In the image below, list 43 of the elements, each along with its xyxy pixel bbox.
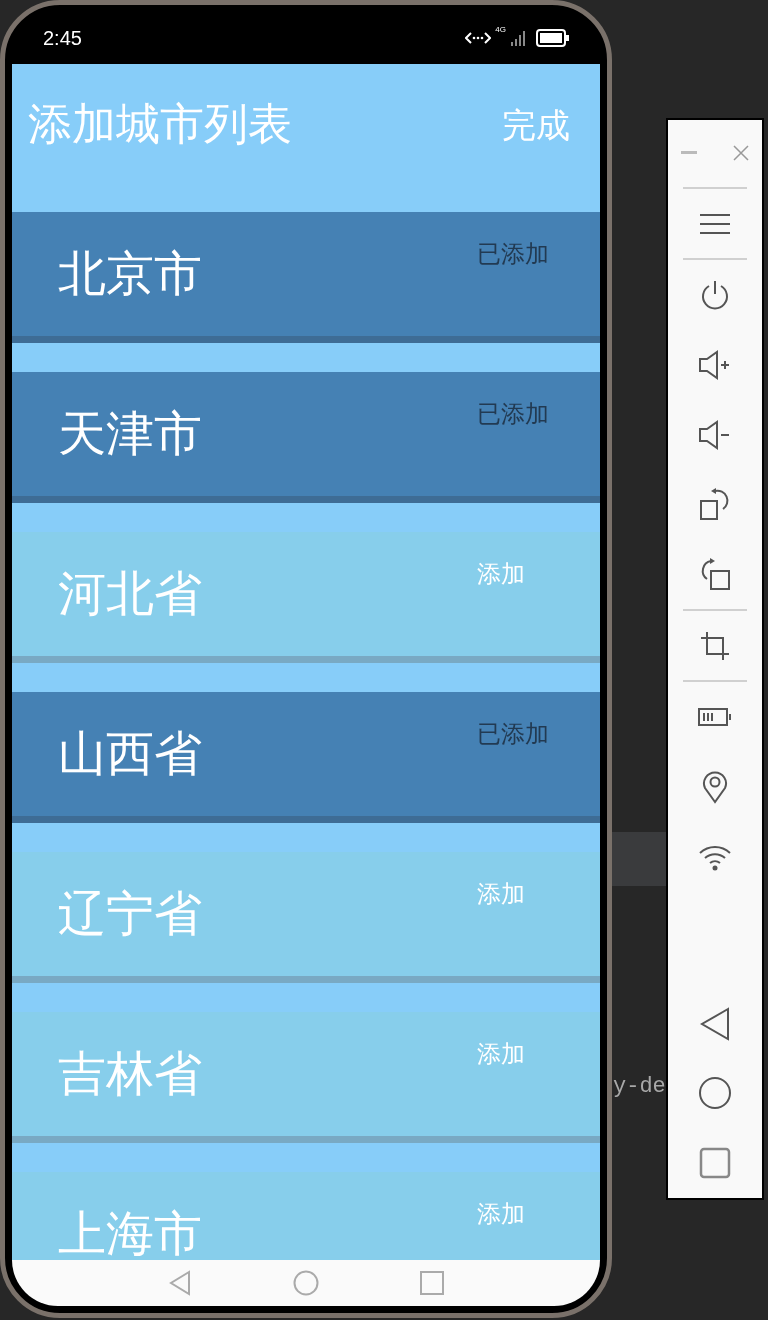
add-button[interactable]: 添加 xyxy=(477,878,525,910)
city-name: 北京市 xyxy=(57,246,203,302)
editor-text: y-de xyxy=(613,1073,666,1101)
battery-icon xyxy=(536,29,570,47)
city-name: 天津市 xyxy=(57,406,203,462)
data-transfer-icon xyxy=(465,31,492,45)
added-label[interactable]: 已添加 xyxy=(477,398,549,430)
city-row[interactable]: 天津市 已添加 xyxy=(12,372,600,503)
city-row[interactable]: 山西省 已添加 xyxy=(12,692,600,823)
rotate-left-icon[interactable] xyxy=(699,556,731,591)
added-label[interactable]: 已添加 xyxy=(477,238,549,270)
volume-up-icon[interactable] xyxy=(698,349,732,380)
city-row[interactable]: 北京市 已添加 xyxy=(12,212,600,343)
recents-icon[interactable] xyxy=(699,1147,731,1180)
status-time: 2:45 xyxy=(43,26,82,50)
city-name: 河北省 xyxy=(57,566,203,622)
add-button[interactable]: 添加 xyxy=(477,558,525,590)
close-icon[interactable] xyxy=(733,145,749,162)
city-row[interactable]: 河北省 添加 xyxy=(12,532,600,663)
city-name: 吉林省 xyxy=(57,1046,203,1102)
home-icon[interactable] xyxy=(698,1076,732,1111)
editor-panel xyxy=(612,832,666,886)
page-title: 添加城市列表 xyxy=(28,98,292,150)
done-button[interactable]: 完成 xyxy=(502,100,570,150)
menu-icon[interactable] xyxy=(699,212,731,235)
city-name: 辽宁省 xyxy=(57,886,203,942)
rotate-right-icon[interactable] xyxy=(699,487,731,522)
back-icon[interactable] xyxy=(700,1006,730,1041)
network-label: 4G xyxy=(495,25,506,35)
city-row[interactable]: 吉林省 添加 xyxy=(12,1012,600,1143)
add-button[interactable]: 添加 xyxy=(477,1198,525,1230)
battery-icon[interactable] xyxy=(698,708,732,727)
added-label[interactable]: 已添加 xyxy=(477,718,549,750)
add-button[interactable]: 添加 xyxy=(477,1038,525,1070)
location-icon[interactable] xyxy=(702,769,728,804)
city-name: 上海市 xyxy=(57,1206,203,1260)
city-row[interactable]: 上海市 添加 xyxy=(12,1172,600,1260)
city-row[interactable]: 辽宁省 添加 xyxy=(12,852,600,983)
volume-down-icon[interactable] xyxy=(698,419,732,450)
city-name: 山西省 xyxy=(57,726,203,782)
crop-icon[interactable] xyxy=(699,629,731,662)
signal-icon xyxy=(510,30,526,46)
power-icon[interactable] xyxy=(699,279,731,312)
